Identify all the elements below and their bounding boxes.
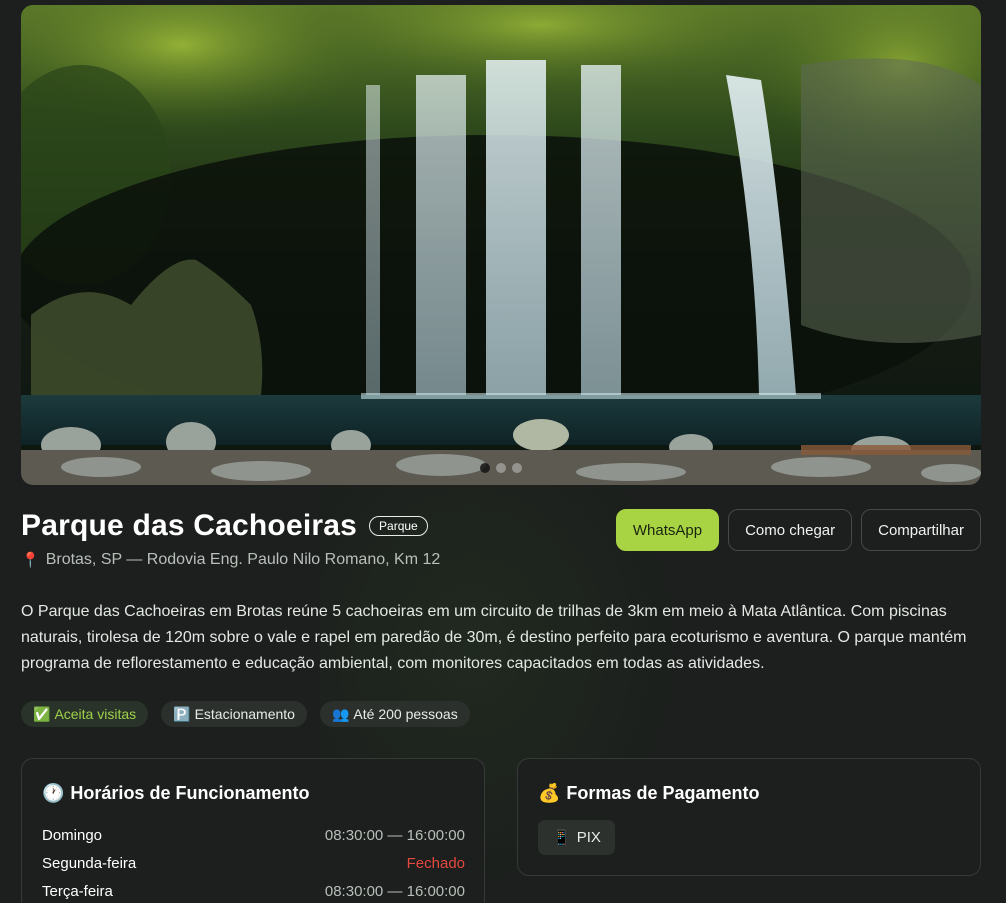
- page-title: Parque das Cachoeiras: [21, 509, 358, 542]
- hours-title-text: Horários de Funcionamento: [70, 783, 310, 803]
- hours-title: 🕐 Horários de Funcionamento: [42, 783, 309, 804]
- hours-row: Domingo 08:30:00 — 16:00:00: [42, 821, 465, 849]
- check-icon: ✅: [33, 705, 51, 722]
- chip-parking: 🅿️ Estacionamento: [161, 701, 307, 727]
- location-pin-icon: 📍: [21, 552, 40, 569]
- chip-capacity: 👥 Até 200 pessoas: [319, 701, 470, 727]
- directions-button[interactable]: Como chegar: [728, 509, 853, 551]
- waterfall-photo: [21, 5, 981, 485]
- location-text: Brotas, SP — Rodovia Eng. Paulo Nilo Rom…: [45, 551, 441, 568]
- hours-row: Segunda-feira Fechado: [42, 849, 465, 877]
- place-detail-page: Parque das Cachoeiras Parque 📍 Brotas, S…: [0, 0, 1006, 903]
- whatsapp-button[interactable]: WhatsApp: [615, 509, 720, 551]
- hours-time-closed: Fechado: [406, 854, 465, 872]
- hours-row: Terça-feira 08:30:00 — 16:00:00: [42, 877, 465, 903]
- hero-carousel[interactable]: [21, 5, 981, 485]
- payment-method-pix: 📱 PIX: [538, 820, 615, 855]
- hours-time: 08:30:00 — 16:00:00: [324, 882, 465, 900]
- payment-method-label: PIX: [576, 829, 601, 846]
- hours-list: Domingo 08:30:00 — 16:00:00 Segunda-feir…: [42, 821, 465, 903]
- hours-time: 08:30:00 — 16:00:00: [324, 826, 465, 844]
- chip-label: Até 200 pessoas: [353, 706, 458, 722]
- category-badge: Parque: [369, 516, 428, 536]
- carousel-dot-2[interactable]: [496, 463, 506, 473]
- action-buttons: WhatsApp Como chegar Compartilhar: [615, 509, 981, 551]
- hours-card: 🕐 Horários de Funcionamento Domingo 08:3…: [21, 758, 485, 903]
- payment-title: 💰 Formas de Pagamento: [538, 783, 759, 804]
- money-bag-icon: 💰: [538, 783, 561, 803]
- people-icon: 👥: [331, 705, 350, 722]
- parking-icon: 🅿️: [173, 705, 191, 722]
- share-button[interactable]: Compartilhar: [861, 509, 981, 551]
- chip-accepts-visits: ✅ Aceita visitas: [21, 701, 149, 727]
- title-row: Parque das Cachoeiras Parque: [21, 509, 428, 543]
- phone-icon: 📱: [552, 829, 571, 847]
- hours-day: Segunda-feira: [42, 854, 137, 872]
- description: O Parque das Cachoeiras em Brotas reúne …: [21, 603, 967, 672]
- chip-label: Aceita visitas: [54, 706, 137, 722]
- clock-icon: 🕐: [42, 783, 65, 803]
- hours-day: Domingo: [42, 826, 103, 844]
- carousel-dots: [21, 463, 981, 473]
- chip-label: Estacionamento: [194, 706, 295, 722]
- hours-day: Terça-feira: [42, 882, 113, 900]
- carousel-dot-1[interactable]: [480, 463, 490, 473]
- location: 📍 Brotas, SP — Rodovia Eng. Paulo Nilo R…: [21, 551, 440, 569]
- feature-chips: ✅ Aceita visitas 🅿️ Estacionamento 👥 Até…: [21, 701, 470, 727]
- payment-card: 💰 Formas de Pagamento 📱 PIX: [517, 758, 981, 876]
- payment-title-text: Formas de Pagamento: [566, 783, 760, 803]
- carousel-dot-3[interactable]: [512, 463, 522, 473]
